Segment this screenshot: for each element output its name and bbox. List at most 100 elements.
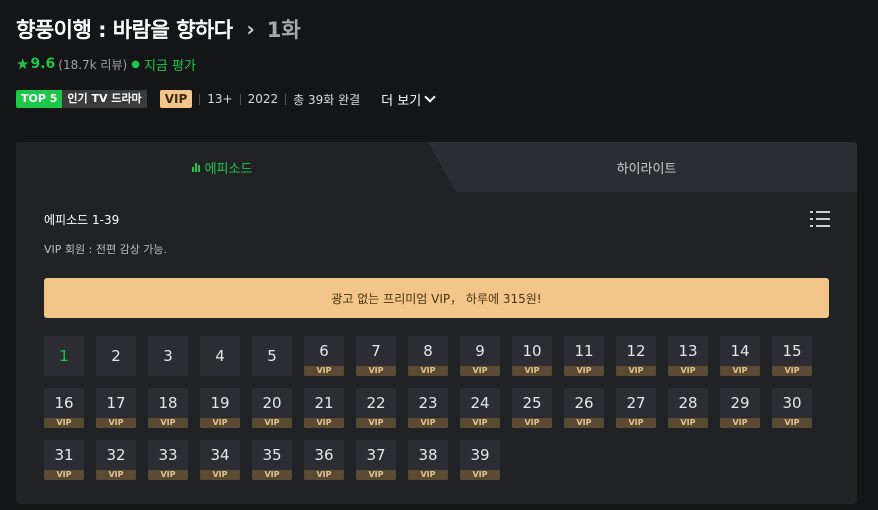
episode-number: 34 xyxy=(210,446,230,464)
vip-tag: VIP xyxy=(772,418,812,428)
episode-button[interactable]: 23 VIP xyxy=(408,388,448,428)
episode-button[interactable]: 39 VIP xyxy=(460,440,500,480)
tab-episodes[interactable]: 에피소드 xyxy=(16,142,456,192)
episode-button[interactable]: 24 VIP xyxy=(460,388,500,428)
vip-tag: VIP xyxy=(304,418,344,428)
vip-tag: VIP xyxy=(44,470,84,480)
tab-highlights-label: 하이라이트 xyxy=(616,161,677,177)
episode-button[interactable]: 1 xyxy=(44,336,84,376)
dot-separator: ● xyxy=(131,58,140,70)
rating-score: 9.6 xyxy=(30,56,56,72)
vip-tag: VIP xyxy=(96,470,136,480)
tab-episodes-label: 에피소드 xyxy=(204,161,253,177)
more-label: 더 보기 xyxy=(381,93,422,109)
episode-button[interactable]: 30 VIP xyxy=(772,388,812,428)
episode-number: 16 xyxy=(54,394,74,412)
episode-button[interactable]: 20 VIP xyxy=(252,388,292,428)
vip-promo-banner[interactable]: 광고 없는 프리미엄 VIP， 하루에 315원! xyxy=(44,278,829,318)
episode-button[interactable]: 25 VIP xyxy=(512,388,552,428)
episode-button[interactable]: 22 VIP xyxy=(356,388,396,428)
episode-button[interactable]: 21 VIP xyxy=(304,388,344,428)
top5-badge: TOP 5 인기 TV 드라마 xyxy=(16,90,147,108)
episode-number: 1 xyxy=(59,347,69,365)
vip-tag: VIP xyxy=(408,418,448,428)
episode-button[interactable]: 36 VIP xyxy=(304,440,344,480)
vip-tag: VIP xyxy=(408,366,448,376)
title-row: 향풍이행 : 바람을 향하다 › 1화 xyxy=(16,14,301,44)
episode-button[interactable]: 14 VIP xyxy=(720,336,760,376)
vip-tag: VIP xyxy=(772,366,812,376)
episode-button[interactable]: 37 VIP xyxy=(356,440,396,480)
episode-number: 23 xyxy=(418,394,438,412)
bar-chart-icon xyxy=(191,162,200,172)
episode-number: 37 xyxy=(366,446,386,464)
episode-number: 11 xyxy=(574,342,594,360)
episode-button[interactable]: 32 VIP xyxy=(96,440,136,480)
episode-range: 에피소드 1-39 xyxy=(44,213,120,227)
episode-button[interactable]: 38 VIP xyxy=(408,440,448,480)
episode-button[interactable]: 33 VIP xyxy=(148,440,188,480)
vip-tag: VIP xyxy=(148,418,188,428)
vip-tag: VIP xyxy=(668,418,708,428)
episode-button[interactable]: 15 VIP xyxy=(772,336,812,376)
vip-tag: VIP xyxy=(408,470,448,480)
episode-button[interactable]: 10 VIP xyxy=(512,336,552,376)
episode-button[interactable]: 13 VIP xyxy=(668,336,708,376)
episode-title: 1화 xyxy=(266,18,301,42)
episode-number: 30 xyxy=(782,394,802,412)
episode-panel: 에피소드 하이라이트 에피소드 1-39 VIP 회원 : 전편 감상 가능. … xyxy=(16,142,857,504)
review-count: (18.7k 리뷰) xyxy=(58,57,128,72)
vip-tag: VIP xyxy=(252,470,292,480)
show-title[interactable]: 향풍이행 : 바람을 향하다 xyxy=(16,14,233,44)
vip-tag: VIP xyxy=(252,418,292,428)
episode-button[interactable]: 35 VIP xyxy=(252,440,292,480)
episode-button[interactable]: 12 VIP xyxy=(616,336,656,376)
episode-button[interactable]: 17 VIP xyxy=(96,388,136,428)
vip-tag: VIP xyxy=(200,470,240,480)
promo-text: 광고 없는 프리미엄 VIP， 하루에 315원! xyxy=(331,291,542,306)
episode-button[interactable]: 16 VIP xyxy=(44,388,84,428)
episode-number: 33 xyxy=(158,446,178,464)
rating-row: ★ 9.6 (18.7k 리뷰) ● 지금 평가 xyxy=(16,54,196,74)
episode-button[interactable]: 18 VIP xyxy=(148,388,188,428)
vip-tag: VIP xyxy=(460,418,500,428)
vip-tag: VIP xyxy=(304,470,344,480)
episode-button[interactable]: 5 xyxy=(252,336,292,376)
episode-button[interactable]: 19 VIP xyxy=(200,388,240,428)
divider xyxy=(285,93,287,105)
episode-button[interactable]: 9 VIP xyxy=(460,336,500,376)
chevron-down-icon xyxy=(424,91,436,103)
episode-count: 총 39화 완결 xyxy=(293,92,361,107)
episode-button[interactable]: 8 VIP xyxy=(408,336,448,376)
episode-button[interactable]: 29 VIP xyxy=(720,388,760,428)
episode-button[interactable]: 7 VIP xyxy=(356,336,396,376)
episode-button[interactable]: 6 VIP xyxy=(304,336,344,376)
list-icon[interactable] xyxy=(810,210,830,228)
episode-button[interactable]: 11 VIP xyxy=(564,336,604,376)
episode-number: 39 xyxy=(470,446,490,464)
vip-tag: VIP xyxy=(356,470,396,480)
episode-number: 25 xyxy=(522,394,542,412)
episode-number: 7 xyxy=(371,342,381,360)
episode-number: 32 xyxy=(106,446,126,464)
more-button[interactable]: 더 보기 xyxy=(381,90,436,109)
episode-button[interactable]: 28 VIP xyxy=(668,388,708,428)
vip-tag: VIP xyxy=(564,366,604,376)
episode-button[interactable]: 31 VIP xyxy=(44,440,84,480)
episode-button[interactable]: 2 xyxy=(96,336,136,376)
episode-number: 18 xyxy=(158,394,178,412)
release-year: 2022 xyxy=(247,92,279,106)
vip-tag: VIP xyxy=(720,418,760,428)
episode-button[interactable]: 26 VIP xyxy=(564,388,604,428)
episode-button[interactable]: 3 xyxy=(148,336,188,376)
episode-button[interactable]: 4 xyxy=(200,336,240,376)
tab-highlights[interactable]: 하이라이트 xyxy=(456,142,857,192)
rate-now-link[interactable]: 지금 평가 xyxy=(144,55,196,74)
episode-number: 20 xyxy=(262,394,282,412)
divider xyxy=(199,93,201,105)
episode-number: 3 xyxy=(163,347,173,365)
vip-badge: VIP xyxy=(159,90,193,108)
episode-button[interactable]: 27 VIP xyxy=(616,388,656,428)
episode-number: 14 xyxy=(730,342,750,360)
episode-button[interactable]: 34 VIP xyxy=(200,440,240,480)
